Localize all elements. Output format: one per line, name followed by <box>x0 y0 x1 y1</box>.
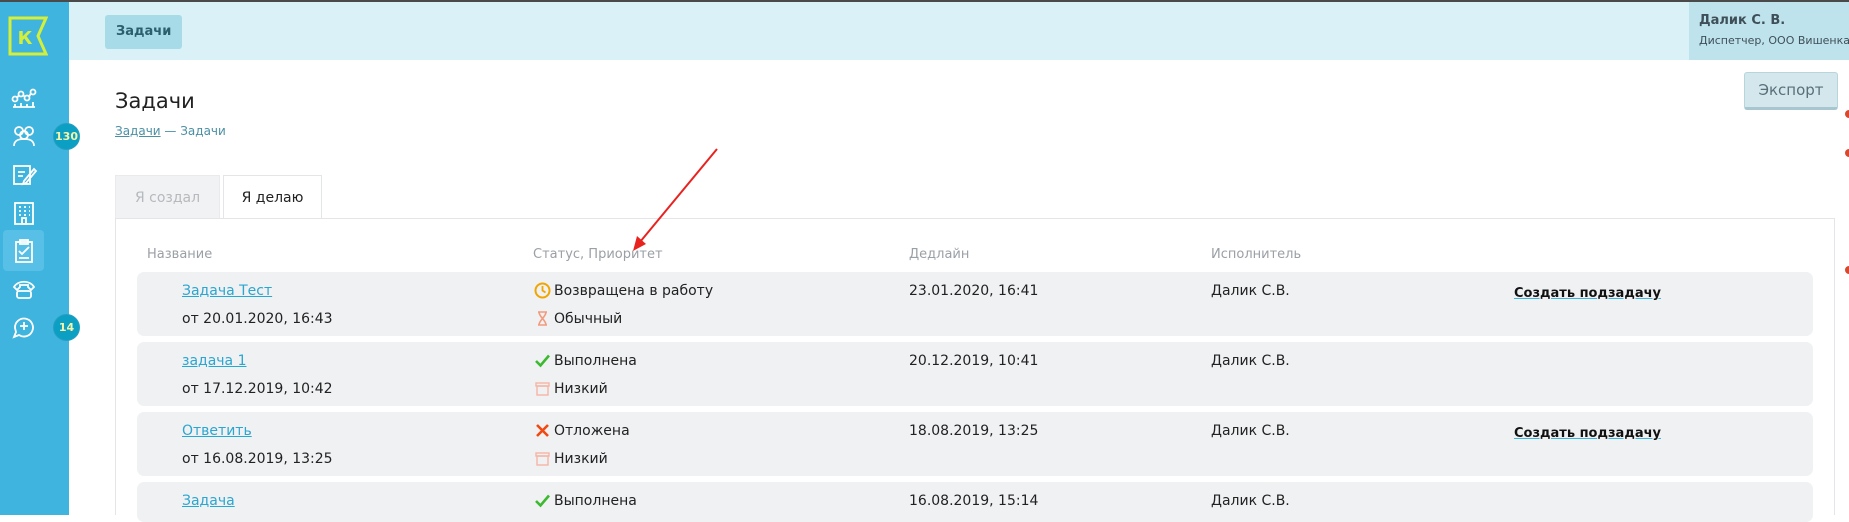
chat-count-badge: 14 <box>53 314 80 341</box>
breadcrumb-separator: — <box>160 124 181 138</box>
nav-chat[interactable] <box>3 306 44 347</box>
breadcrumb: Задачи — Задачи <box>115 124 226 138</box>
edge-indicator <box>1845 266 1849 274</box>
breadcrumb-current: Задачи <box>180 124 226 138</box>
task-name-link[interactable]: Задача Тест <box>182 283 272 299</box>
header-tab-tasks[interactable]: Задачи <box>105 15 183 49</box>
app-logo[interactable]: К <box>8 16 49 56</box>
user-name: Далик С. В. <box>1699 13 1786 28</box>
task-created-date: от 20.01.2020, 16:43 <box>182 311 333 327</box>
nav-analytics[interactable] <box>3 78 44 119</box>
task-status: Возвращена в работу <box>534 282 713 299</box>
task-deadline: 23.01.2020, 16:41 <box>909 283 1039 299</box>
export-button[interactable]: Экспорт <box>1744 72 1838 110</box>
check-icon <box>535 494 550 508</box>
analytics-icon <box>11 88 36 108</box>
status-label: Отложена <box>554 422 630 439</box>
task-deadline: 20.12.2019, 10:41 <box>909 353 1039 369</box>
nav-calls[interactable] <box>3 268 44 309</box>
edit-icon <box>12 164 37 185</box>
task-name-link[interactable]: задача 1 <box>182 353 247 369</box>
task-name-link[interactable]: Задача <box>182 493 235 509</box>
priority-label: Низкий <box>554 380 608 397</box>
create-subtask-link[interactable]: Создать подзадачу <box>1514 426 1661 441</box>
nav-users[interactable] <box>3 115 44 156</box>
task-status: Выполнена <box>534 492 637 509</box>
chat-add-icon <box>11 317 34 339</box>
task-assignee: Далик С.В. <box>1211 423 1290 439</box>
nav-tasks[interactable] <box>3 230 44 271</box>
edge-indicator <box>1845 110 1849 118</box>
task-priority: Низкий <box>534 450 608 467</box>
task-priority: Обычный <box>534 310 622 327</box>
check-icon <box>535 354 550 368</box>
user-role: Диспетчер, ООО Вишенка <box>1699 34 1849 47</box>
priority-label: Низкий <box>554 450 608 467</box>
sidebar: К 130 14 <box>0 2 80 515</box>
column-header-name: Название <box>147 247 213 262</box>
svg-text:К: К <box>18 28 33 49</box>
status-label: Выполнена <box>554 352 637 369</box>
task-deadline: 18.08.2019, 13:25 <box>909 423 1039 439</box>
users-icon <box>12 125 35 146</box>
task-assignee: Далик С.В. <box>1211 493 1290 509</box>
clipboard-icon <box>14 238 33 263</box>
tab-created-by-me[interactable]: Я создал <box>115 175 220 219</box>
users-count-badge: 130 <box>53 123 80 150</box>
clock-icon <box>534 282 551 299</box>
breadcrumb-link[interactable]: Задачи <box>115 124 161 138</box>
column-header-deadline: Дедлайн <box>909 247 970 262</box>
box-icon <box>535 382 550 396</box>
tab-assigned-to-me[interactable]: Я делаю <box>223 175 322 219</box>
create-subtask-link[interactable]: Создать подзадачу <box>1514 286 1661 301</box>
phone-icon <box>12 280 35 299</box>
task-assignee: Далик С.В. <box>1211 283 1290 299</box>
column-header-status: Статус, Приоритет <box>533 247 663 262</box>
task-created-date: от 16.08.2019, 13:25 <box>182 451 333 467</box>
nav-edit[interactable] <box>3 154 44 195</box>
table-row[interactable]: Задача Выполнена 16.08.2019, 15:14 Далик… <box>137 482 1813 522</box>
task-created-date: от 17.12.2019, 10:42 <box>182 381 333 397</box>
task-priority: Низкий <box>534 380 608 397</box>
building-icon <box>13 201 34 225</box>
table-row[interactable]: задача 1 от 17.12.2019, 10:42 Выполнена … <box>137 342 1813 406</box>
hourglass-icon <box>538 311 547 326</box>
task-status: Отложена <box>534 422 630 439</box>
task-status: Выполнена <box>534 352 637 369</box>
edge-indicator <box>1845 149 1849 157</box>
task-assignee: Далик С.В. <box>1211 353 1290 369</box>
status-label: Выполнена <box>554 492 637 509</box>
cross-icon <box>536 424 549 437</box>
task-deadline: 16.08.2019, 15:14 <box>909 493 1039 509</box>
column-header-assignee: Исполнитель <box>1211 247 1302 262</box>
status-label: Возвращена в работу <box>554 282 714 299</box>
top-header: Задачи Далик С. В. Диспетчер, ООО Вишенк… <box>69 2 1849 60</box>
table-row[interactable]: Задача Тест от 20.01.2020, 16:43 Возвращ… <box>137 272 1813 336</box>
task-name-link[interactable]: Ответить <box>182 423 252 439</box>
page-title: Задачи <box>115 89 195 113</box>
table-row[interactable]: Ответить от 16.08.2019, 13:25 Отложена Н… <box>137 412 1813 476</box>
priority-label: Обычный <box>554 310 623 327</box>
box-icon <box>535 452 550 466</box>
user-profile[interactable]: Далик С. В. Диспетчер, ООО Вишенка <box>1689 2 1849 60</box>
nav-buildings[interactable] <box>3 192 44 233</box>
